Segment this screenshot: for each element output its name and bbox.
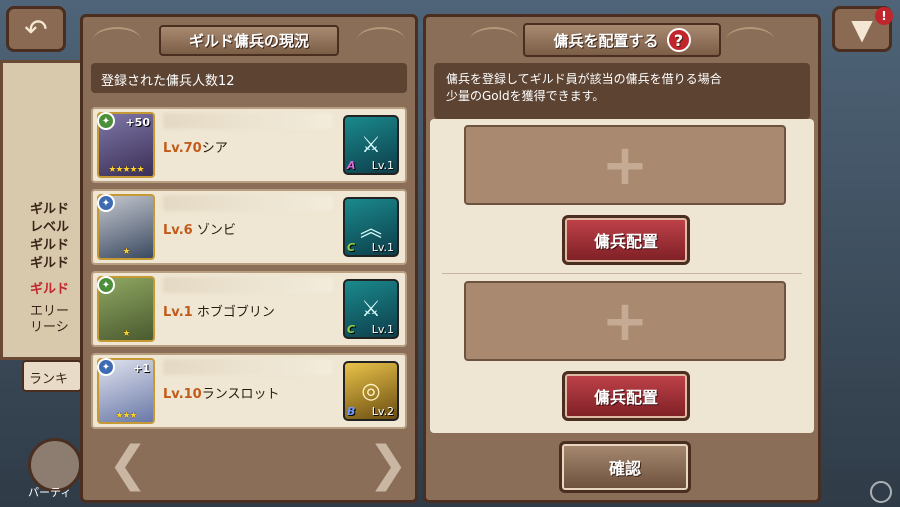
class-icon: ✦ <box>97 276 115 294</box>
bg-menu-line: ギルド <box>30 256 70 271</box>
notification-badge: ! <box>875 7 893 25</box>
panel-title: 傭兵を配置する? <box>523 23 721 57</box>
mercenary-slot-2[interactable]: + <box>464 281 786 361</box>
plus-value: +1 <box>133 362 150 375</box>
star-rating: ★★★★★ <box>108 165 144 175</box>
mercenary-portrait: ✦ +1 ★★★ <box>97 358 155 424</box>
mercenary-portrait: ✦ ★ <box>97 276 155 342</box>
menu-button[interactable]: ▼! <box>832 6 893 52</box>
guild-mercenary-panel: ギルド傭兵の現況 登録された傭兵人数12 ✦ +50 ★★★★★ Lv.70シア… <box>80 14 418 503</box>
mercenary-row[interactable]: ✦ ★ Lv.1 ホブゴブリン ⚔ C Lv.1 <box>91 271 407 347</box>
help-icon[interactable]: ? <box>666 28 691 52</box>
prev-page-arrow[interactable]: ❮ <box>100 432 156 496</box>
class-icon: ✦ <box>97 194 115 212</box>
swirl-skill-icon[interactable]: ◎ B Lv.2 <box>343 361 399 421</box>
mercenary-row[interactable]: ✦ +50 ★★★★★ Lv.70シア ⚔ A Lv.1 <box>91 107 407 183</box>
panel-title: ギルド傭兵の現況 <box>158 24 339 56</box>
mercenary-portrait: ✦ +50 ★★★★★ <box>97 112 155 178</box>
star-rating: ★★★ <box>115 411 137 421</box>
bg-menu-line: レベル <box>30 220 70 235</box>
mercenary-count: 登録された傭兵人数12 <box>91 63 407 93</box>
mercenary-row[interactable]: ✦ +1 ★★★ Lv.10ランスロット ◎ B Lv.2 <box>91 353 407 429</box>
slot-area: + 傭兵配置 + 傭兵配置 <box>430 119 814 433</box>
bg-menu-line: ギルド <box>30 202 70 217</box>
description-text: 傭兵を登録してギルド員が該当の傭兵を借りる場合 少量のGoldを獲得できます。 <box>434 63 810 119</box>
next-page-arrow[interactable]: ❯ <box>360 432 416 496</box>
plus-value: +50 <box>125 116 150 129</box>
watermark-logo <box>870 481 892 503</box>
mercenary-name: Lv.10ランスロット <box>163 387 280 402</box>
class-icon: ✦ <box>97 358 115 376</box>
panel-header: ギルド傭兵の現況 <box>83 17 415 63</box>
mercenary-name: Lv.6 ゾンビ <box>163 223 236 238</box>
mercenary-list: ✦ +50 ★★★★★ Lv.70シア ⚔ A Lv.1 ✦ ★ Lv.6 ゾンビ … <box>91 107 407 435</box>
class-icon: ✦ <box>97 112 115 130</box>
bg-elite-line: リーシ <box>30 320 69 335</box>
ranking-button[interactable]: ランキ <box>22 360 82 392</box>
blurred-owner-name <box>163 195 333 211</box>
sword-skill-icon[interactable]: ⚔ A Lv.1 <box>343 115 399 175</box>
panel-header: 傭兵を配置する? <box>426 17 818 63</box>
mercenary-row[interactable]: ✦ ★ Lv.6 ゾンビ ︽ C Lv.1 <box>91 189 407 265</box>
mercenary-name: Lv.70シア <box>163 141 228 156</box>
blurred-owner-name <box>163 359 333 375</box>
confirm-button[interactable]: 確認 <box>559 441 691 493</box>
party-label: パーティ <box>28 486 72 499</box>
chevron-down-icon: ▼ <box>851 12 873 46</box>
back-button[interactable]: ↶ <box>6 6 66 52</box>
chevron-skill-icon[interactable]: ︽ C Lv.1 <box>343 197 399 257</box>
blurred-owner-name <box>163 113 333 129</box>
assign-mercenary-panel: 傭兵を配置する? 傭兵を登録してギルド員が該当の傭兵を借りる場合 少量のGold… <box>423 14 821 503</box>
plus-icon: + <box>601 132 649 198</box>
star-rating: ★ <box>122 329 130 339</box>
divider <box>442 273 802 274</box>
mercenary-slot-1[interactable]: + <box>464 125 786 205</box>
bg-menu-line: ギルド <box>30 238 70 253</box>
sword-skill-icon[interactable]: ⚔ C Lv.1 <box>343 279 399 339</box>
assign-mercenary-button-1[interactable]: 傭兵配置 <box>562 215 690 265</box>
bg-highlight-line: ギルド <box>30 282 70 297</box>
assign-mercenary-button-2[interactable]: 傭兵配置 <box>562 371 690 421</box>
blurred-owner-name <box>163 277 333 293</box>
plus-icon: + <box>601 288 649 354</box>
back-icon: ↶ <box>24 12 48 46</box>
mercenary-name: Lv.1 ホブゴブリン <box>163 305 275 320</box>
star-rating: ★ <box>122 247 130 257</box>
mercenary-portrait: ✦ ★ <box>97 194 155 260</box>
